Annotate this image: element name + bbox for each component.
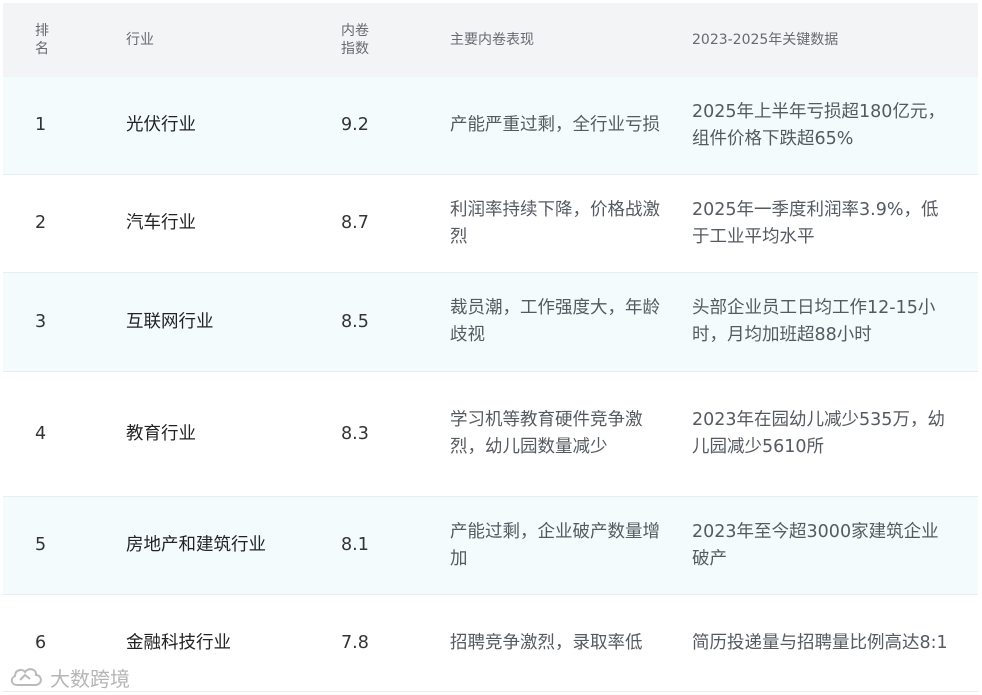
cell-key-data: 2025年上半年亏损超180亿元，组件价格下跌超65%: [692, 101, 945, 149]
cell-performance: 产能严重过剩，全行业亏损: [450, 115, 660, 135]
table-row: 1 光伏行业 9.2 产能严重过剩，全行业亏损 2025年上半年亏损超180亿元…: [3, 77, 978, 175]
table-row: 5 房地产和建筑行业 8.1 产能过剩，企业破产数量增加 2023年至今超300…: [3, 497, 978, 595]
cloud-logo-icon: [10, 668, 42, 686]
cell-index: 8.7: [341, 213, 369, 233]
cell-index: 8.5: [341, 311, 369, 332]
cell-rank: 1: [35, 115, 47, 135]
watermark: 大数跨境: [8, 662, 130, 692]
cell-key-data: 简历投递量与招聘量比例高达8:1: [692, 632, 948, 653]
cell-rank: 3: [35, 311, 47, 332]
header-key-data: 2023-2025年关键数据: [692, 31, 839, 48]
industry-ranking-table: 排名 行业 内卷指数 主要内卷表现 2023-2025年关键数据 1 光伏行业 …: [3, 3, 978, 692]
cell-performance: 学习机等教育硬件竞争激烈，幼儿园数量减少: [450, 410, 643, 457]
table-row: 6 金融科技行业 7.8 招聘竞争激烈，录取率低 简历投递量与招聘量比例高达8:…: [3, 595, 978, 692]
table-row: 4 教育行业 8.3 学习机等教育硬件竞争激烈，幼儿园数量减少 2023年在园幼…: [3, 372, 978, 497]
cell-rank: 4: [35, 423, 47, 444]
cell-key-data: 2023年至今超3000家建筑企业破产: [692, 521, 939, 569]
header-performance: 主要内卷表现: [450, 31, 534, 48]
cell-key-data: 头部企业员工日均工作12-15小时，月均加班超88小时: [692, 298, 936, 345]
cell-key-data: 2025年一季度利润率3.9%，低于工业平均水平: [692, 199, 939, 247]
cell-performance: 招聘竞争激烈，录取率低: [450, 632, 643, 653]
cell-industry: 汽车行业: [126, 213, 196, 233]
cell-performance: 利润率持续下降，价格战激烈: [450, 199, 660, 247]
table-header: 排名 行业 内卷指数 主要内卷表现 2023-2025年关键数据: [3, 3, 978, 77]
cell-rank: 2: [35, 213, 47, 233]
cell-industry: 金融科技行业: [126, 632, 231, 653]
cell-performance: 裁员潮，工作强度大，年龄歧视: [450, 298, 660, 345]
header-industry: 行业: [126, 31, 154, 48]
table-row: 3 互联网行业 8.5 裁员潮，工作强度大，年龄歧视 头部企业员工日均工作12-…: [3, 273, 978, 372]
header-index: 内卷指数: [341, 23, 369, 57]
cell-rank: 6: [35, 632, 47, 653]
header-rank: 排名: [35, 23, 49, 57]
cell-industry: 互联网行业: [126, 311, 214, 332]
cell-index: 9.2: [341, 115, 369, 135]
cell-index: 7.8: [341, 632, 369, 653]
watermark-text: 大数跨境: [50, 666, 130, 691]
cell-industry: 光伏行业: [126, 115, 196, 135]
table-row: 2 汽车行业 8.7 利润率持续下降，价格战激烈 2025年一季度利润率3.9%…: [3, 175, 978, 273]
cell-index: 8.3: [341, 423, 369, 444]
cell-industry: 教育行业: [126, 423, 196, 444]
cell-performance: 产能过剩，企业破产数量增加: [450, 521, 660, 569]
cell-rank: 5: [35, 535, 47, 555]
cell-index: 8.1: [341, 535, 369, 555]
cell-key-data: 2023年在园幼儿减少535万，幼儿园减少5610所: [692, 410, 945, 457]
cell-industry: 房地产和建筑行业: [126, 535, 266, 555]
